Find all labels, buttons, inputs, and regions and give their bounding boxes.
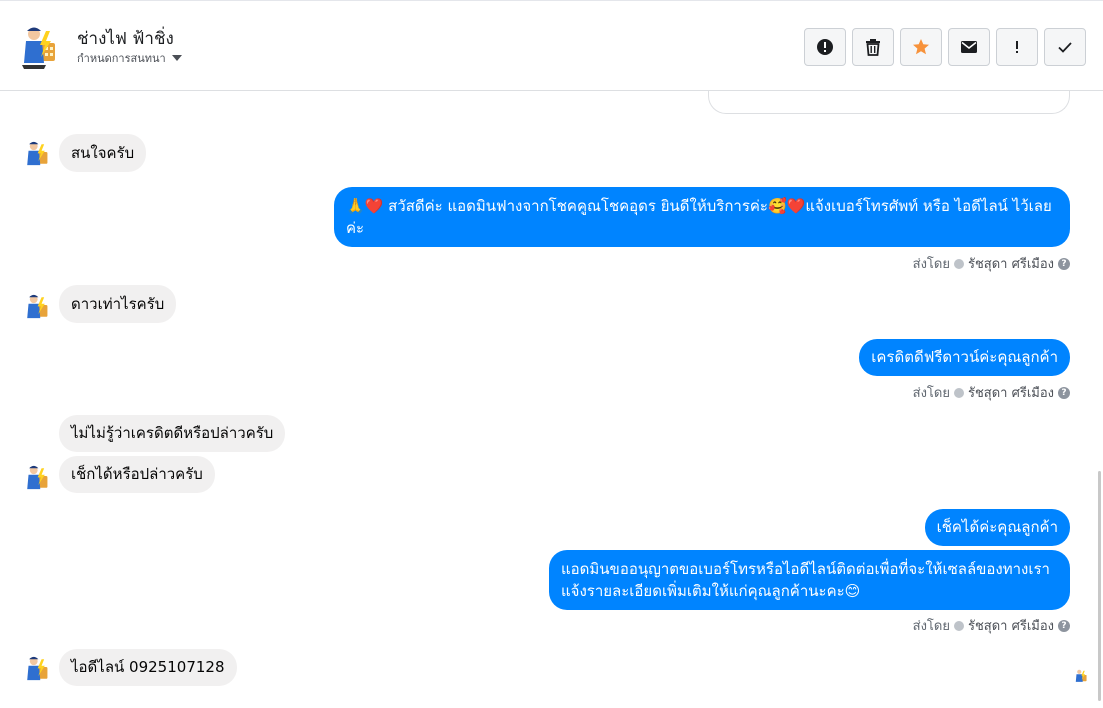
contact-name: ช่างไฟ ฟ้าชิ่ง xyxy=(77,29,174,49)
contact-avatar[interactable] xyxy=(24,139,50,169)
incoming-message[interactable]: ดาวเท่าไรครับ xyxy=(59,285,177,323)
help-icon[interactable]: ? xyxy=(1058,257,1070,270)
outgoing-message[interactable]: เช็คได้ค่ะคุณลูกค้า xyxy=(924,509,1070,546)
exclamation-icon xyxy=(1016,41,1018,53)
read-receipt-avatar xyxy=(1075,669,1087,682)
agent-icon xyxy=(953,620,964,631)
contact-avatar[interactable] xyxy=(24,654,50,684)
star-button[interactable] xyxy=(900,28,942,66)
help-icon[interactable]: ? xyxy=(1058,386,1070,399)
trash-icon xyxy=(866,39,880,56)
message-line: แจ้งรายละเอียดเพิ่มเติมให้แก่คุณลูกค้านะ… xyxy=(561,582,861,600)
scrollbar[interactable] xyxy=(1098,471,1101,701)
outgoing-message[interactable]: เครดิตดีฟรีดาวน์ค่ะคุณลูกค้า xyxy=(859,339,1070,376)
sent-by-label: ส่งโดย xyxy=(912,619,950,634)
incoming-message[interactable]: ไอดีไลน์ 0925107128 xyxy=(59,649,237,686)
sent-by-info: ส่งโดย รัชสุดา ศรีเมือง ? xyxy=(913,253,1070,274)
agent-name[interactable]: รัชสุดา ศรีเมือง xyxy=(968,615,1054,636)
mark-done-button[interactable] xyxy=(1044,28,1086,66)
envelope-icon xyxy=(961,41,977,53)
contact-avatar[interactable] xyxy=(24,292,50,322)
agent-name[interactable]: รัชสุดา ศรีเมือง xyxy=(968,253,1054,274)
contact-avatar[interactable] xyxy=(24,463,50,493)
incoming-message[interactable]: สนใจครับ xyxy=(59,134,147,172)
conversation-toolbar xyxy=(804,28,1086,66)
previous-message-bubble xyxy=(708,91,1070,114)
incoming-message[interactable]: ไม่ไม่รู้ว่าเครดิตดีหรือปล่าวครับ xyxy=(59,415,286,452)
message-line: 🙏❤️ สวัสดีค่ะ แอดมินฟางจากโชคคูณโชคอุดร … xyxy=(346,197,1052,215)
important-button[interactable] xyxy=(996,28,1038,66)
agent-icon xyxy=(953,258,964,269)
help-icon[interactable]: ? xyxy=(1058,619,1070,632)
contact-avatar[interactable] xyxy=(20,23,58,69)
sent-by-info: ส่งโดย รัชสุดา ศรีเมือง ? xyxy=(913,615,1070,636)
alert-circle-icon xyxy=(817,39,833,55)
sent-by-label: ส่งโดย xyxy=(912,257,950,272)
check-icon xyxy=(1058,42,1072,53)
message-line: แอดมินขออนุญาตขอเบอร์โทรหรือไอดีไลน์ติดต… xyxy=(561,560,1050,578)
sent-by-label: ส่งโดย xyxy=(912,386,950,401)
conversation-header: ช่างไฟ ฟ้าชิ่ง กำหนดการสนทนา xyxy=(0,0,1103,91)
agent-name[interactable]: รัชสุดา ศรีเมือง xyxy=(968,382,1054,403)
sent-by-info: ส่งโดย รัชสุดา ศรีเมือง ? xyxy=(913,382,1070,403)
delete-button[interactable] xyxy=(852,28,894,66)
star-icon xyxy=(913,39,929,55)
agent-icon xyxy=(953,387,964,398)
mark-unread-button[interactable] xyxy=(948,28,990,66)
message-line: ค่ะ xyxy=(346,219,365,237)
outgoing-message[interactable]: แอดมินขออนุญาตขอเบอร์โทรหรือไอดีไลน์ติดต… xyxy=(549,550,1070,610)
caret-down-icon xyxy=(171,55,182,61)
incoming-message[interactable]: เช็กได้หรือปล่าวครับ xyxy=(59,456,215,493)
message-thread[interactable]: สนใจครับ 🙏❤️ สวัสดีค่ะ แอดมินฟางจากโชคคู… xyxy=(0,91,1103,708)
schedule-label: กำหนดการสนทนา xyxy=(77,52,166,65)
outgoing-message[interactable]: 🙏❤️ สวัสดีค่ะ แอดมินฟางจากโชคคูณโชคอุดร … xyxy=(334,187,1070,247)
spam-button[interactable] xyxy=(804,28,846,66)
conversation-schedule-dropdown[interactable]: กำหนดการสนทนา xyxy=(77,49,182,67)
